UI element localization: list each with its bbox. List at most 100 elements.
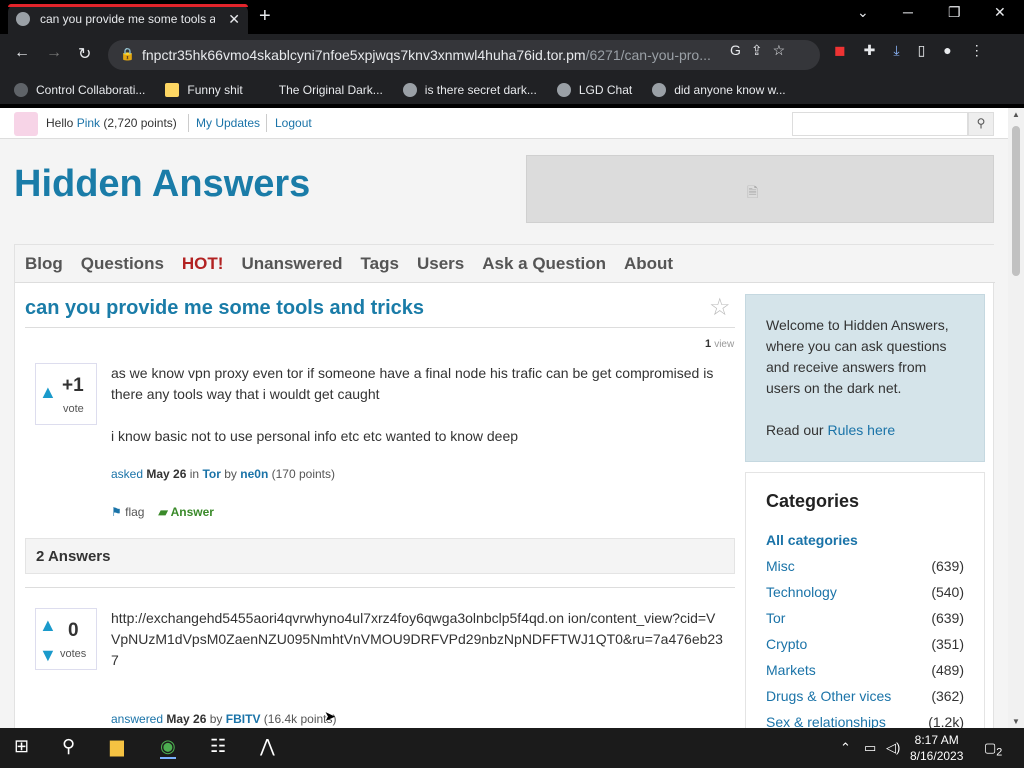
category-link[interactable]: Tor [202, 467, 220, 481]
chrome-icon[interactable]: ◉ [160, 736, 176, 759]
globe-icon [556, 83, 571, 97]
download-icon[interactable]: ⤓ [893, 42, 899, 59]
answer-vote-box: ▲ ▼ 0 votes [35, 608, 97, 670]
divider [25, 587, 735, 588]
category-item[interactable]: Technology (540) [766, 584, 964, 610]
favorite-star-icon[interactable]: ☆ [709, 293, 731, 322]
category-item[interactable]: Sex & relationships (1.2k) [766, 714, 964, 728]
address-bar[interactable]: 🔒 fnpctr35hk66vmo4skablcyni7nfoe5xpjwqs7… [108, 40, 820, 70]
divider [25, 327, 735, 328]
vote-up-icon[interactable]: ▲ [39, 382, 57, 403]
new-tab-button[interactable]: + [259, 5, 271, 28]
main-container: Blog Questions HOT! Unanswered Tags User… [14, 244, 995, 728]
close-icon[interactable]: ✕ [228, 11, 240, 28]
bookmark-star-icon[interactable]: ☆ [773, 42, 786, 59]
back-icon[interactable]: ← [14, 44, 30, 62]
search-input[interactable] [792, 112, 968, 136]
file-explorer-icon[interactable]: ▆ [110, 736, 124, 757]
reload-icon[interactable]: ↻ [78, 44, 91, 64]
vote-count: +1 [62, 375, 84, 396]
bookmark-item[interactable]: LGD Chat [556, 83, 632, 97]
page-content: Hello Pink (2,720 points) My Updates Log… [0, 108, 1008, 728]
nav-users[interactable]: Users [417, 254, 464, 274]
category-item[interactable]: Misc (639) [766, 558, 964, 584]
bookmark-item[interactable]: The Original Dark... [279, 83, 383, 97]
nav-about[interactable]: About [624, 254, 673, 274]
scroll-down-icon[interactable]: ▼ [1012, 717, 1020, 726]
bookmark-item[interactable]: Control Collaborati... [14, 83, 145, 97]
url-host: fnpctr35hk66vmo4skablcyni7nfoe5xpjwqs7kn… [142, 47, 586, 63]
minimize-icon[interactable]: ─ [903, 4, 913, 20]
search-icon[interactable]: ⚲ [62, 736, 75, 757]
question-title[interactable]: can you provide me some tools and tricks [25, 297, 424, 320]
logout-link[interactable]: Logout [275, 116, 312, 130]
profile-icon[interactable]: ● [943, 42, 951, 59]
clock[interactable]: 8:17 AM 8/16/2023 [910, 732, 963, 764]
my-updates-link[interactable]: My Updates [196, 116, 260, 130]
globe-icon [16, 12, 30, 26]
share-icon[interactable]: ⇪ [751, 42, 763, 59]
browser-tab[interactable]: can you provide me some tools and tricks… [8, 4, 248, 34]
author-link[interactable]: ne0n [240, 467, 268, 481]
network-icon[interactable]: ▭ [864, 740, 876, 756]
question-body-p1: as we know vpn proxy even tor if someone… [111, 365, 714, 402]
windows-start-icon[interactable]: ⊞ [14, 736, 29, 757]
answer-body: http://exchangehd5455aori4qvrwhyno4ul7xr… [111, 610, 723, 668]
categories-title: Categories [766, 491, 860, 511]
app-icon[interactable]: ⋀ [260, 736, 275, 757]
volume-icon[interactable]: ◁) [886, 740, 900, 756]
all-categories-link[interactable]: All categories [766, 532, 964, 558]
question-vote-box: ▲ +1 vote [35, 363, 97, 425]
window-close-icon[interactable]: ✕ [994, 4, 1006, 21]
bookmark-item[interactable]: did anyone know w... [652, 83, 786, 97]
tab-accent-line [8, 4, 248, 7]
vote-up-icon[interactable]: ▲ [39, 615, 57, 636]
vote-count: 0 [68, 620, 79, 641]
notification-icon[interactable]: ▢2 [984, 740, 1002, 759]
avatar[interactable] [14, 112, 38, 136]
category-item[interactable]: Markets (489) [766, 662, 964, 688]
puzzle-icon[interactable]: ✚ [864, 42, 876, 59]
nav-unanswered[interactable]: Unanswered [241, 254, 342, 274]
lock-icon: 🔒 [120, 47, 135, 61]
extension-icons: ◼ ✚ ⤓ ▯ ● ⋮ [834, 42, 984, 59]
vote-down-icon[interactable]: ▼ [39, 645, 57, 666]
greeting: Hello Pink (2,720 points) [46, 116, 177, 130]
nav-hot[interactable]: HOT! [182, 254, 224, 274]
bookmark-item[interactable]: is there secret dark... [402, 83, 537, 97]
scroll-up-icon[interactable]: ▲ [1012, 110, 1020, 119]
app-icon[interactable]: ☷ [210, 736, 226, 757]
username-link[interactable]: Pink [77, 116, 100, 130]
menu-icon[interactable]: ⋮ [970, 42, 984, 59]
nav-ask-question[interactable]: Ask a Question [482, 254, 606, 274]
answer-button[interactable]: ▰ Answer [158, 505, 213, 519]
browser-toolbar: ← → ↻ 🔒 fnpctr35hk66vmo4skablcyni7nfoe5x… [0, 34, 1024, 76]
answers-header: 2 Answers [25, 538, 735, 574]
google-icon[interactable]: G [730, 42, 741, 59]
site-title[interactable]: Hidden Answers [14, 163, 310, 206]
category-item[interactable]: Tor (639) [766, 610, 964, 636]
page-scrollbar[interactable]: ▲ ▼ [1008, 108, 1024, 728]
divider [188, 114, 189, 132]
flag-button[interactable]: ⚑ flag [111, 505, 144, 519]
question-body-p2: i know basic not to use personal info et… [111, 428, 519, 444]
rules-link[interactable]: Rules here [827, 422, 895, 438]
sidebar-icon[interactable]: ▯ [918, 42, 926, 59]
author-link[interactable]: FBITV [226, 712, 261, 726]
search-icon[interactable]: ⚲ [968, 112, 994, 136]
bookmark-item[interactable]: Funny shit [165, 83, 243, 97]
category-item[interactable]: Drugs & Other vices (362) [766, 688, 964, 714]
ublock-icon[interactable]: ◼ [834, 42, 846, 59]
view-count: 1 view [705, 338, 735, 350]
chevron-up-icon[interactable]: ⌃ [840, 740, 851, 756]
user-points: (2,720 points) [103, 116, 177, 130]
nav-tags[interactable]: Tags [361, 254, 399, 274]
restore-icon[interactable]: ❐ [948, 4, 961, 21]
chevron-down-icon[interactable]: ⌄ [857, 4, 869, 21]
category-item[interactable]: Crypto (351) [766, 636, 964, 662]
nav-blog[interactable]: Blog [25, 254, 63, 274]
bookmarks-bar: Control Collaborati... Funny shit The Or… [0, 76, 1024, 104]
forward-icon[interactable]: → [46, 44, 62, 62]
scroll-thumb[interactable] [1012, 126, 1020, 276]
nav-questions[interactable]: Questions [81, 254, 164, 274]
